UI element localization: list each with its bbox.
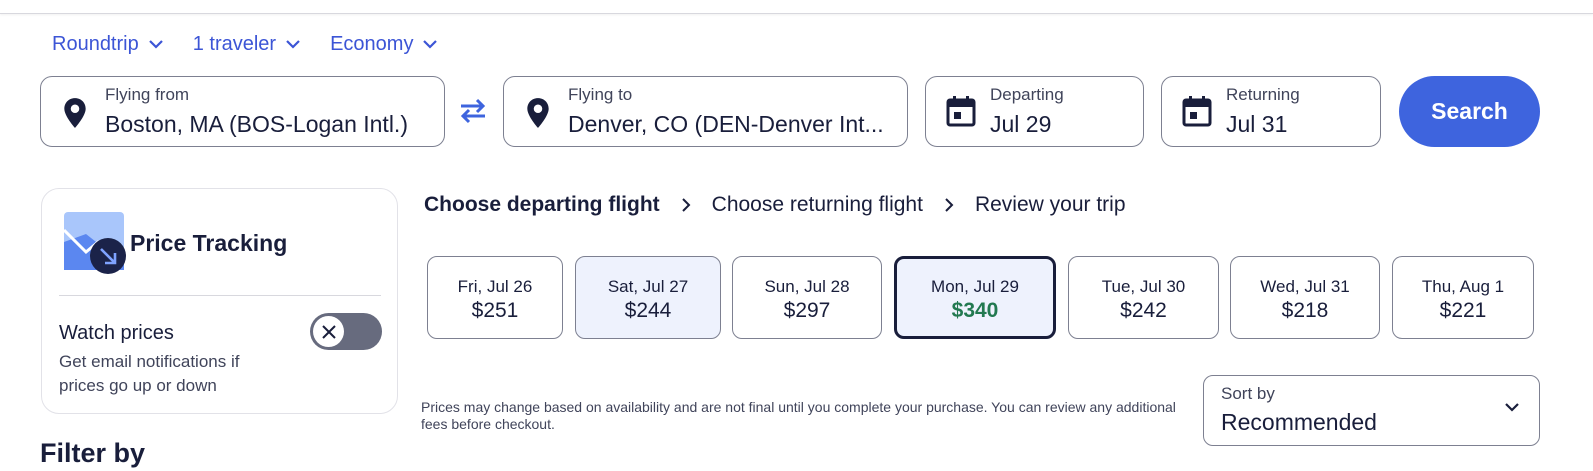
step-choose-departing: Choose departing flight — [424, 193, 660, 216]
search-button[interactable]: Search — [1399, 76, 1540, 147]
toggle-knob — [313, 316, 344, 347]
trip-options-bar: Roundtrip 1 traveler Economy — [52, 33, 467, 56]
date-price-card[interactable]: Sun, Jul 28 $297 — [732, 256, 882, 339]
trip-type-label: Roundtrip — [52, 33, 139, 55]
date-price: $251 — [471, 299, 519, 322]
sort-by-label: Sort by — [1221, 384, 1275, 403]
flying-to-value: Denver, CO (DEN-Denver Int... — [568, 111, 884, 137]
step-choose-returning: Choose returning flight — [711, 193, 923, 216]
price-tracking-card: Price Tracking Watch prices Get email no… — [41, 188, 398, 414]
chevron-down-icon — [1505, 403, 1519, 412]
cabin-class-label: Economy — [330, 33, 414, 55]
divider — [59, 295, 381, 296]
flying-from-value: Boston, MA (BOS-Logan Intl.) — [105, 111, 408, 137]
date-price: $242 — [1120, 299, 1167, 322]
departing-date-field[interactable]: Departing Jul 29 — [925, 76, 1144, 147]
date-price: $340 — [951, 299, 999, 322]
flying-from-field[interactable]: Flying from Boston, MA (BOS-Logan Intl.) — [40, 76, 445, 147]
date-price-card-selected[interactable]: Mon, Jul 29 $340 — [894, 256, 1056, 339]
date-label: Wed, Jul 31 — [1260, 277, 1350, 296]
sort-by-dropdown[interactable]: Sort by Recommended — [1203, 375, 1540, 446]
chevron-down-icon — [148, 40, 163, 49]
travelers-dropdown[interactable]: 1 traveler — [193, 33, 300, 56]
departing-label: Departing — [990, 85, 1064, 104]
flying-from-label: Flying from — [105, 85, 190, 104]
price-tracking-title: Price Tracking — [130, 230, 288, 256]
calendar-icon — [1182, 96, 1212, 127]
date-label: Mon, Jul 29 — [931, 277, 1019, 296]
close-icon — [321, 324, 336, 339]
returning-date-field[interactable]: Returning Jul 31 — [1161, 76, 1381, 147]
booking-steps-breadcrumb: Choose departing flight Choose returning… — [424, 193, 1126, 217]
date-label: Sat, Jul 27 — [607, 277, 689, 296]
returning-value: Jul 31 — [1226, 111, 1288, 137]
date-price: $297 — [783, 299, 831, 322]
date-price-card[interactable]: Fri, Jul 26 $251 — [427, 256, 563, 339]
watch-prices-toggle[interactable] — [310, 313, 382, 350]
flying-to-field[interactable]: Flying to Denver, CO (DEN-Denver Int... — [503, 76, 908, 147]
cabin-class-dropdown[interactable]: Economy — [330, 33, 438, 56]
date-label: Fri, Jul 26 — [457, 277, 533, 296]
chevron-right-icon — [681, 198, 691, 212]
date-price: $221 — [1439, 299, 1487, 322]
date-price-card[interactable]: Sat, Jul 27 $244 — [575, 256, 721, 339]
travelers-label: 1 traveler — [192, 33, 277, 55]
watch-prices-label: Watch prices — [59, 322, 174, 344]
location-pin-icon — [64, 98, 86, 128]
chevron-right-icon — [945, 198, 954, 212]
date-price: $218 — [1281, 299, 1329, 322]
chevron-down-icon — [423, 40, 438, 49]
chevron-down-icon — [286, 40, 300, 49]
price-tracking-icon — [64, 212, 126, 274]
returning-label: Returning — [1226, 85, 1300, 104]
calendar-icon — [946, 96, 976, 127]
step-review-trip: Review your trip — [974, 193, 1126, 216]
date-label: Sun, Jul 28 — [764, 277, 850, 296]
watch-prices-description: Get email notifications if prices go up … — [59, 352, 240, 395]
date-label: Thu, Aug 1 — [1421, 277, 1505, 296]
flying-to-label: Flying to — [568, 85, 633, 104]
swap-icon[interactable] — [457, 98, 489, 124]
sort-by-value: Recommended — [1221, 409, 1377, 435]
date-price-card[interactable]: Thu, Aug 1 $221 — [1392, 256, 1534, 339]
date-label: Tue, Jul 30 — [1101, 277, 1186, 296]
price-disclaimer: Prices may change based on availability … — [421, 399, 1176, 432]
departing-value: Jul 29 — [990, 111, 1052, 137]
date-price-card[interactable]: Wed, Jul 31 $218 — [1230, 256, 1380, 339]
date-price: $244 — [624, 299, 672, 322]
date-price-card[interactable]: Tue, Jul 30 $242 — [1068, 256, 1219, 339]
top-border — [0, 0, 1593, 14]
trip-type-dropdown[interactable]: Roundtrip — [52, 33, 163, 56]
location-pin-icon — [527, 98, 549, 128]
filter-heading: Filter by — [40, 438, 146, 468]
